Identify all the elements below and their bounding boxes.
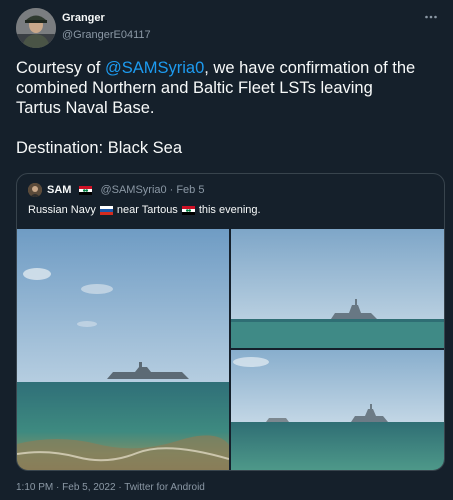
avatar-image [16, 8, 56, 48]
tweet-metadata: 1:10 PM · Feb 5, 2022 · Twitter for Andr… [16, 482, 205, 493]
quoted-text-segment: Russian Navy [28, 204, 96, 216]
tweet-line-3: Tartus Naval Base. [16, 99, 155, 117]
tweet-text: Courtesy of @SAMSyria0, we have confirma… [16, 58, 446, 158]
syria-flag-icon [181, 205, 195, 215]
author-handle[interactable]: @GrangerE04117 [62, 29, 151, 41]
tweet-time[interactable]: 1:10 PM [16, 482, 53, 493]
tweet-line-2: combined Northern and Baltic Fleet LSTs … [16, 79, 373, 97]
author-name[interactable]: Granger [62, 12, 105, 24]
quoted-tweet-text: Russian Navy near Tartous this evening. [28, 204, 261, 216]
syria-flag-icon [79, 185, 93, 195]
quoted-photo-2[interactable] [231, 229, 444, 348]
quoted-separator: · [169, 184, 174, 196]
quoted-author-name: SAM [47, 184, 72, 196]
tweet-header: Granger @GrangerE04117 [16, 8, 441, 48]
mention-link[interactable]: @SAMSyria0 [105, 59, 204, 77]
quoted-photo-1[interactable] [17, 229, 229, 470]
tweet-line-1: Courtesy of @SAMSyria0, we have confirma… [16, 58, 446, 78]
quoted-tweet-header: SAM @SAMSyria0 · Feb 5 [28, 183, 204, 197]
russia-flag-icon [99, 205, 113, 215]
quoted-avatar [28, 183, 42, 197]
ship-photo-icon [231, 229, 444, 348]
quoted-text-segment: this evening. [198, 204, 261, 216]
more-horizontal-icon [425, 15, 437, 19]
tweet-text-segment: Courtesy of [16, 59, 105, 77]
meta-separator: · [56, 482, 60, 493]
avatar[interactable] [16, 8, 56, 48]
quoted-date: Feb 5 [176, 184, 205, 196]
quoted-tweet[interactable]: SAM @SAMSyria0 · Feb 5 Russian Navy near… [16, 173, 445, 471]
tweet-client[interactable]: Twitter for Android [124, 482, 205, 493]
quoted-avatar-image [28, 183, 42, 197]
tweet-paragraph-gap [16, 118, 446, 138]
quoted-text-segment: near Tartous [116, 204, 178, 216]
tweet-text-segment: , we have confirmation of the [204, 59, 416, 77]
ship-photo-icon [231, 350, 444, 470]
ship-photo-icon [17, 229, 229, 470]
quoted-author-handle: @SAMSyria0 [100, 184, 167, 196]
tweet-date[interactable]: Feb 5, 2022 [62, 482, 115, 493]
tweet-line-4: Destination: Black Sea [16, 139, 183, 157]
quoted-photo-3[interactable] [231, 350, 444, 470]
more-options-button[interactable] [421, 10, 441, 28]
meta-separator: · [118, 482, 122, 493]
